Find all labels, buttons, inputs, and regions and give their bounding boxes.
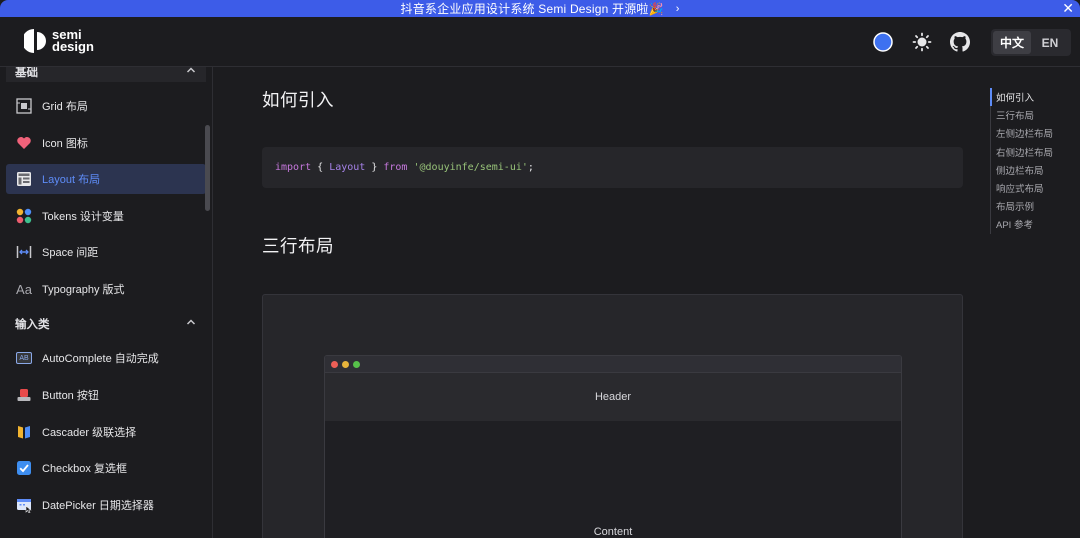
sidebar-item-datepicker[interactable]: DatePicker 日期选择器 bbox=[6, 490, 206, 520]
toc-item-right-sider[interactable]: 右侧边栏布局 bbox=[991, 143, 1080, 161]
code-semicolon: ; bbox=[527, 162, 534, 173]
chevron-up-icon[interactable] bbox=[186, 67, 196, 75]
toc-item-import[interactable]: 如何引入 bbox=[990, 88, 1080, 107]
sun-icon[interactable] bbox=[910, 30, 934, 54]
chevron-right-icon[interactable]: › bbox=[676, 3, 680, 15]
main-content: 如何引入 import { Layout } from '@douyinfe/s… bbox=[214, 67, 974, 538]
semi-logo[interactable]: semi design bbox=[24, 28, 94, 54]
top-navbar: semi design 中文 EN bbox=[0, 17, 1080, 67]
sidebar-item-space[interactable]: Space 间距 bbox=[6, 237, 206, 267]
typography-icon: Aa bbox=[16, 281, 32, 297]
lang-zh-button[interactable]: 中文 bbox=[993, 31, 1031, 54]
semi-logo-icon bbox=[24, 29, 46, 53]
sidebar-item-label: Icon 图标 bbox=[42, 138, 88, 150]
sidebar-item-tokens[interactable]: Tokens 设计变量 bbox=[6, 201, 206, 231]
sidebar-item-checkbox[interactable]: Checkbox 复选框 bbox=[6, 453, 206, 483]
code-brace-close: } bbox=[365, 162, 384, 173]
sidebar-item-label: Cascader 级联选择 bbox=[42, 427, 137, 439]
datepicker-icon bbox=[15, 496, 33, 514]
github-icon[interactable] bbox=[948, 30, 972, 54]
sidebar-group-basic[interactable]: 基础 bbox=[6, 67, 206, 82]
toc-item-api[interactable]: API 参考 bbox=[991, 215, 1080, 233]
window-minimize-dot bbox=[342, 360, 349, 368]
language-switcher[interactable]: 中文 EN bbox=[991, 29, 1071, 56]
sidebar-item-typography[interactable]: Aa Typography 版式 bbox=[6, 274, 206, 304]
sidebar-group-label: 基础 bbox=[15, 67, 38, 79]
table-of-contents: 如何引入 三行布局 左侧边栏布局 右侧边栏布局 侧边栏布局 响应式布局 布局示例… bbox=[990, 88, 1080, 234]
theme-color-icon[interactable] bbox=[871, 30, 895, 54]
toc-item-three-row[interactable]: 三行布局 bbox=[991, 106, 1080, 124]
sidebar-item-label: AutoComplete 自动完成 bbox=[42, 353, 159, 365]
sidebar-scrollbar[interactable] bbox=[205, 125, 210, 211]
sidebar-item-label: Tokens 设计变量 bbox=[42, 211, 124, 223]
section-title-import: 如何引入 bbox=[262, 90, 334, 110]
app-root: 抖音系企业应用设计系统 Semi Design 开源啦🎉 › ✕ semi de… bbox=[0, 0, 1080, 538]
sidebar-item-label: Button 按钮 bbox=[42, 390, 99, 402]
sidebar-item-autocomplete[interactable]: AB AutoComplete 自动完成 bbox=[6, 343, 206, 373]
toc-item-left-sider[interactable]: 左侧边栏布局 bbox=[991, 124, 1080, 142]
tokens-icon bbox=[15, 207, 33, 225]
window-titlebar bbox=[325, 356, 901, 373]
sidebar-group-input[interactable]: 输入类 bbox=[6, 314, 206, 334]
heart-icon bbox=[15, 134, 33, 152]
layout-demo-panel: Header Content bbox=[262, 294, 963, 538]
cascader-icon bbox=[15, 423, 33, 441]
sidebar-item-button[interactable]: Button 按钮 bbox=[6, 380, 206, 410]
demo-header: Header bbox=[325, 373, 901, 421]
button-icon bbox=[15, 386, 33, 404]
sidebar-item-grid[interactable]: Grid 布局 bbox=[6, 91, 206, 121]
sidebar-item-layout[interactable]: Layout 布局 bbox=[6, 164, 206, 194]
sidebar-item-label: Checkbox 复选框 bbox=[42, 463, 127, 475]
section-title-three-row: 三行布局 bbox=[262, 236, 334, 256]
demo-content: Content bbox=[593, 526, 633, 538]
sidebar-item-label: Layout 布局 bbox=[42, 174, 101, 186]
sidebar-item-label: Grid 布局 bbox=[42, 101, 88, 113]
grid-icon bbox=[15, 97, 33, 115]
sidebar-item-label: Typography 版式 bbox=[42, 284, 125, 296]
code-string: '@douyinfe/semi-ui' bbox=[413, 162, 528, 173]
space-icon bbox=[15, 243, 33, 261]
sidebar-item-label: DatePicker 日期选择器 bbox=[42, 500, 154, 512]
autocomplete-glyph: AB bbox=[16, 352, 32, 364]
sidebar: 基础 Grid 布局 Icon 图标 Layout 布局 Tokens 设计变量… bbox=[0, 67, 213, 538]
toc-item-responsive[interactable]: 响应式布局 bbox=[991, 179, 1080, 197]
code-block: import { Layout } from '@douyinfe/semi-u… bbox=[262, 147, 963, 188]
banner-text[interactable]: 抖音系企业应用设计系统 Semi Design 开源啦🎉 bbox=[401, 0, 664, 17]
code-brace-open: { bbox=[311, 162, 330, 173]
sidebar-group-label: 输入类 bbox=[15, 319, 50, 331]
sidebar-item-label: Space 间距 bbox=[42, 247, 99, 259]
code-identifier: Layout bbox=[329, 162, 366, 173]
sidebar-item-icon[interactable]: Icon 图标 bbox=[6, 128, 206, 158]
autocomplete-icon: AB bbox=[15, 349, 33, 367]
checkbox-icon bbox=[15, 459, 33, 477]
lang-en-button[interactable]: EN bbox=[1031, 31, 1069, 54]
code-keyword-import: import bbox=[275, 162, 312, 173]
announcement-banner[interactable]: 抖音系企业应用设计系统 Semi Design 开源啦🎉 › ✕ bbox=[0, 0, 1080, 17]
window-close-dot bbox=[331, 360, 338, 368]
chevron-up-icon[interactable] bbox=[186, 317, 196, 327]
sidebar-item-cascader[interactable]: Cascader 级联选择 bbox=[6, 417, 206, 447]
toc-item-sider[interactable]: 侧边栏布局 bbox=[991, 161, 1080, 179]
close-icon[interactable]: ✕ bbox=[1062, 0, 1074, 17]
logo-text-design: design bbox=[52, 39, 94, 54]
window-maximize-dot bbox=[353, 360, 360, 368]
code-keyword-from: from bbox=[383, 162, 408, 173]
layout-icon bbox=[15, 170, 33, 188]
toc-item-example[interactable]: 布局示例 bbox=[991, 197, 1080, 215]
demo-window: Header Content bbox=[324, 355, 902, 538]
